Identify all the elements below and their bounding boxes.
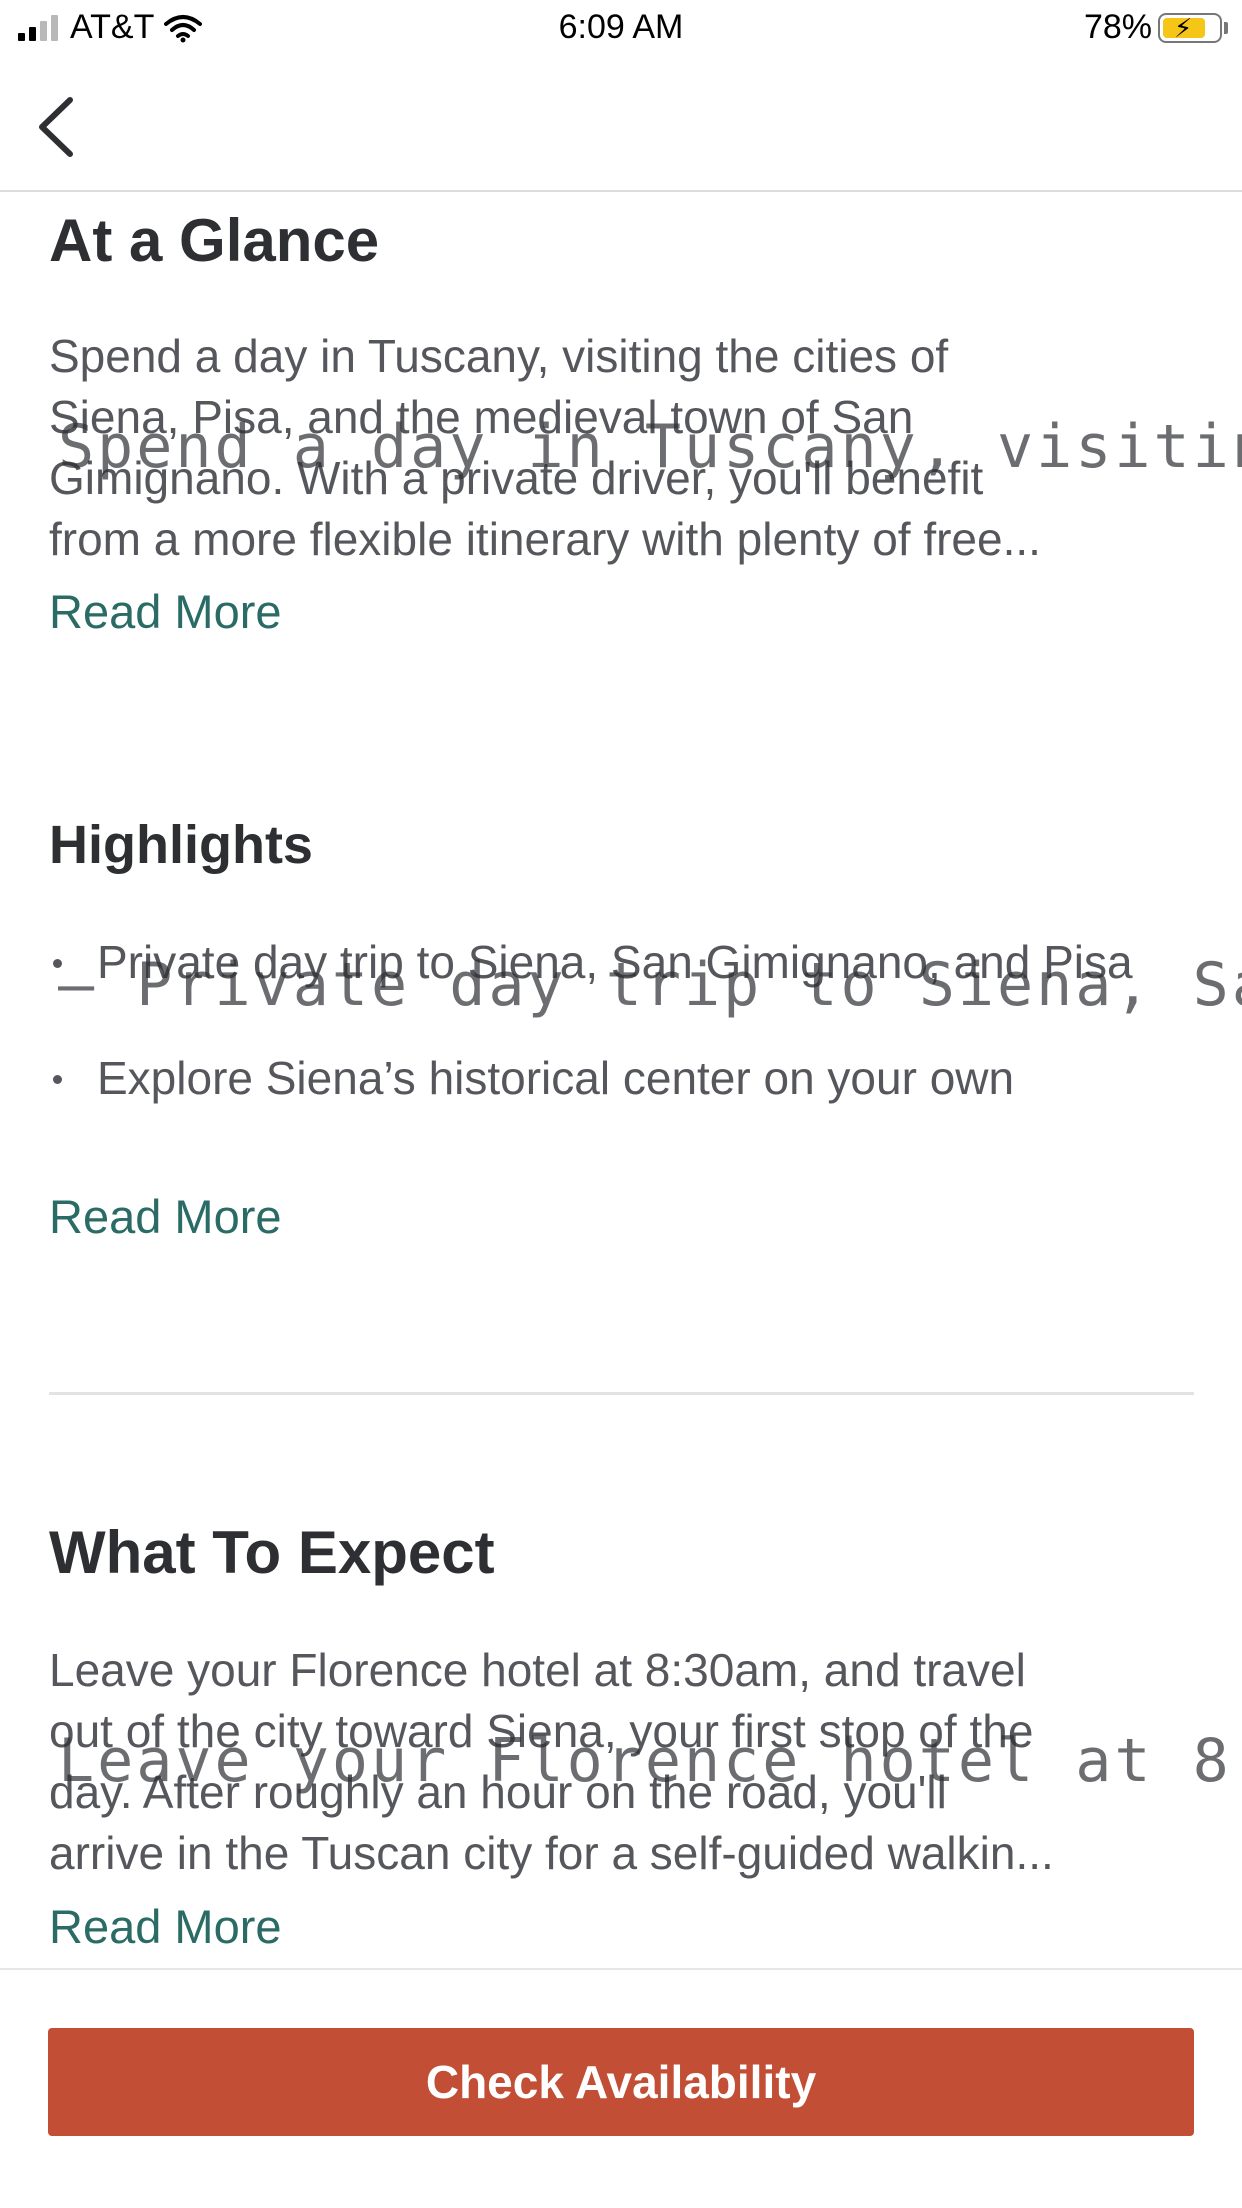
- bullet-icon: [53, 1075, 62, 1084]
- what-to-expect-line: Leave your Florence hotel at 8:30am, and…: [49, 1644, 1026, 1696]
- at-a-glance-read-more-link[interactable]: Read More: [49, 584, 282, 639]
- at-a-glance-line: Spend a day in Tuscany, visiting the cit…: [49, 330, 949, 382]
- content-scroll[interactable]: At a Glance Spend a day in Tuscany, visi…: [0, 192, 1242, 1968]
- charging-bolt-icon: ⚡: [1174, 12, 1193, 43]
- status-bar: AT&T 6:09 AM 78% ⚡: [0, 0, 1242, 62]
- bullet-icon: [53, 959, 62, 968]
- nav-bar: [0, 62, 1242, 192]
- status-right: 78% ⚡: [1084, 8, 1228, 47]
- what-to-expect-line: day. After roughly an hour on the road, …: [49, 1766, 947, 1818]
- at-a-glance-line: Gimignano. With a private driver, you'll…: [49, 452, 984, 504]
- what-to-expect-read-more-link[interactable]: Read More: [49, 1899, 282, 1954]
- highlights-read-more-link[interactable]: Read More: [49, 1189, 282, 1244]
- at-a-glance-line: from a more flexible itinerary with plen…: [49, 513, 1041, 565]
- at-a-glance-line: Siena, Pisa, and the medieval town of Sa…: [49, 391, 914, 443]
- check-availability-button[interactable]: Check Availability: [48, 2028, 1194, 2136]
- what-to-expect-description: Leave your Florence hotel at 8:30am, and…: [49, 1640, 1199, 1884]
- back-button[interactable]: [30, 92, 90, 162]
- what-to-expect-title: What To Expect: [49, 1519, 495, 1586]
- section-divider: [49, 1392, 1194, 1395]
- highlight-item: Private day trip to Siena, San Gimignano…: [49, 932, 1199, 993]
- highlights-list: Private day trip to Siena, San Gimignano…: [49, 932, 1199, 1164]
- footer-bar: Check Availability: [0, 1968, 1242, 2208]
- battery-icon: ⚡: [1158, 12, 1222, 43]
- chevron-left-icon: [39, 97, 73, 157]
- highlight-item: Explore Siena’s historical center on you…: [49, 1048, 1199, 1109]
- what-to-expect-line: arrive in the Tuscan city for a self-gui…: [49, 1827, 1054, 1879]
- status-time: 6:09 AM: [558, 8, 684, 46]
- at-a-glance-title: At a Glance: [49, 207, 380, 274]
- what-to-expect-line: out of the city toward Siena, your first…: [49, 1705, 1034, 1757]
- battery-percent: 78%: [1083, 8, 1152, 46]
- at-a-glance-description: Spend a day in Tuscany, visiting the cit…: [49, 326, 1199, 570]
- highlights-title: Highlights: [49, 815, 313, 875]
